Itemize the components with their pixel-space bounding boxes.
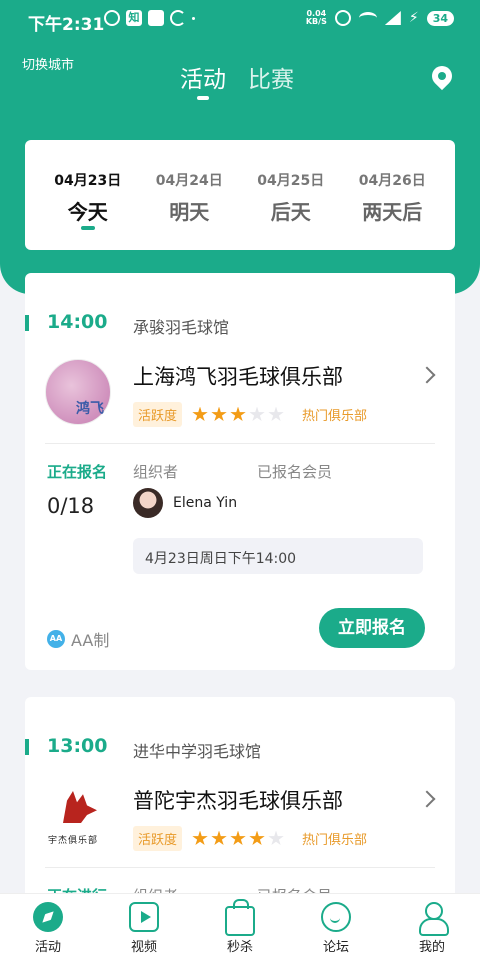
weibo-icon	[148, 10, 164, 26]
divider	[45, 867, 435, 868]
organizer-label: 组织者	[133, 463, 179, 481]
bag-icon	[225, 899, 255, 936]
activity-tag: 活跃度	[133, 402, 183, 427]
signup-button[interactable]: 立即报名	[319, 608, 425, 648]
avatar[interactable]	[133, 488, 163, 518]
switch-city-button[interactable]: 切换城市	[22, 54, 74, 73]
date-label: 04月25日	[257, 173, 325, 189]
activity-rating	[192, 406, 284, 423]
hot-club-tag: 热门俱乐部	[302, 833, 368, 848]
hot-club-tag: 热门俱乐部	[302, 409, 368, 424]
day-label: 今天	[67, 200, 108, 224]
club-tags: 活跃度 热门俱乐部	[133, 402, 367, 427]
signal-icon	[384, 11, 401, 25]
dot-icon	[192, 16, 195, 20]
date-tab-day-after[interactable]: 04月25日 后天	[245, 140, 337, 250]
wifi-icon	[358, 12, 377, 24]
charging-icon: ⚡	[408, 10, 419, 26]
status-time: 下午2:31	[28, 15, 105, 35]
star-icon	[192, 830, 208, 846]
star-icon	[230, 406, 246, 422]
time-marker	[25, 315, 29, 331]
star-icon	[268, 406, 284, 422]
club-name[interactable]: 普陀宇杰羽毛球俱乐部	[133, 785, 343, 815]
club-logo-text: 鸿飞	[76, 401, 104, 417]
date-label: 04月23日	[54, 173, 122, 189]
fee-type-label: AA制	[71, 631, 110, 650]
club-logo: 宇杰俱乐部	[45, 783, 111, 849]
aa-icon: AA	[47, 630, 65, 648]
organizer-name: Elena Yin	[173, 495, 238, 511]
day-label: 两天后	[362, 200, 423, 224]
date-label: 04月24日	[155, 173, 223, 189]
club-logo: 鸿飞	[45, 359, 111, 425]
compass-icon	[33, 902, 63, 932]
nav-item-activities[interactable]: 活动	[8, 894, 88, 960]
nav-item-profile[interactable]: 我的	[392, 894, 472, 960]
club-tags: 活跃度 热门俱乐部	[133, 826, 367, 851]
battery-icon: 34	[426, 10, 454, 26]
system-icons: 0.04 KB/S ⚡ 34	[306, 10, 454, 26]
date-selector: 04月23日 今天 04月24日 明天 04月25日 后天 04月26日 两天后	[25, 140, 455, 250]
notification-icons: 知	[104, 10, 195, 26]
star-icon	[268, 830, 284, 846]
day-label: 后天	[270, 200, 311, 224]
activity-tag: 活跃度	[133, 826, 183, 851]
venue-name: 进华中学羽毛球馆	[133, 742, 262, 761]
date-tab-today[interactable]: 04月23日 今天	[42, 140, 134, 250]
user-icon	[417, 902, 449, 936]
activity-time: 14:00	[47, 311, 108, 333]
chevron-right-icon[interactable]	[418, 366, 436, 384]
net-speed-unit: KB/S	[305, 17, 327, 26]
tab-matches[interactable]: 比赛	[248, 60, 294, 94]
signup-count: 0/18	[47, 494, 95, 518]
club-name[interactable]: 上海鸿飞羽毛球俱乐部	[133, 361, 343, 391]
day-label: 明天	[169, 200, 210, 224]
activity-datetime: 4月23日周日下午14:00	[133, 538, 423, 574]
nav-label: 秒杀	[226, 940, 253, 955]
moon-icon	[170, 10, 186, 26]
fee-type: AA AA制	[47, 627, 109, 651]
alarm-icon	[334, 10, 351, 26]
activity-time: 13:00	[47, 735, 108, 757]
time-marker	[25, 739, 29, 755]
nav-label: 我的	[418, 940, 445, 955]
club-logo-text: 宇杰俱乐部	[48, 836, 99, 846]
star-icon	[249, 406, 265, 422]
nav-item-flash-sale[interactable]: 秒杀	[200, 894, 280, 960]
activity-card[interactable]: 14:00 承骏羽毛球馆 鸿飞 上海鸿飞羽毛球俱乐部 活跃度 热门俱乐部 正在报…	[25, 273, 455, 670]
main-tabs: 活动 比赛	[180, 60, 294, 100]
wolf-icon	[63, 791, 97, 823]
nav-label: 视频	[130, 940, 157, 955]
nav-item-forum[interactable]: 论坛	[296, 894, 376, 960]
date-label: 04月26日	[358, 173, 426, 189]
nav-item-video[interactable]: 视频	[104, 894, 184, 960]
zhihu-icon: 知	[126, 10, 142, 26]
tab-activities[interactable]: 活动	[180, 60, 226, 100]
chat-icon	[321, 902, 351, 932]
star-icon	[192, 406, 208, 422]
date-tab-tomorrow[interactable]: 04月24日 明天	[143, 140, 235, 250]
members-label: 已报名会员	[257, 463, 333, 481]
venue-name: 承骏羽毛球馆	[133, 318, 230, 337]
star-icon	[211, 830, 227, 846]
chevron-right-icon[interactable]	[418, 790, 436, 808]
nav-label: 活动	[34, 940, 61, 955]
video-icon	[129, 902, 159, 932]
nav-label: 论坛	[322, 940, 349, 955]
bottom-nav: 活动 视频 秒杀 论坛 我的	[0, 893, 480, 960]
net-speed: 0.04 KB/S	[306, 10, 327, 26]
divider	[45, 443, 435, 444]
status-bar: 下午2:31 知 0.04 KB/S ⚡ 34	[0, 0, 480, 40]
signup-status: 正在报名	[47, 463, 108, 481]
block-icon	[104, 10, 120, 26]
star-icon	[230, 830, 246, 846]
date-tab-two-days-later[interactable]: 04月26日 两天后	[346, 140, 438, 250]
star-icon	[249, 830, 265, 846]
star-icon	[211, 406, 227, 422]
activity-rating	[192, 830, 284, 847]
